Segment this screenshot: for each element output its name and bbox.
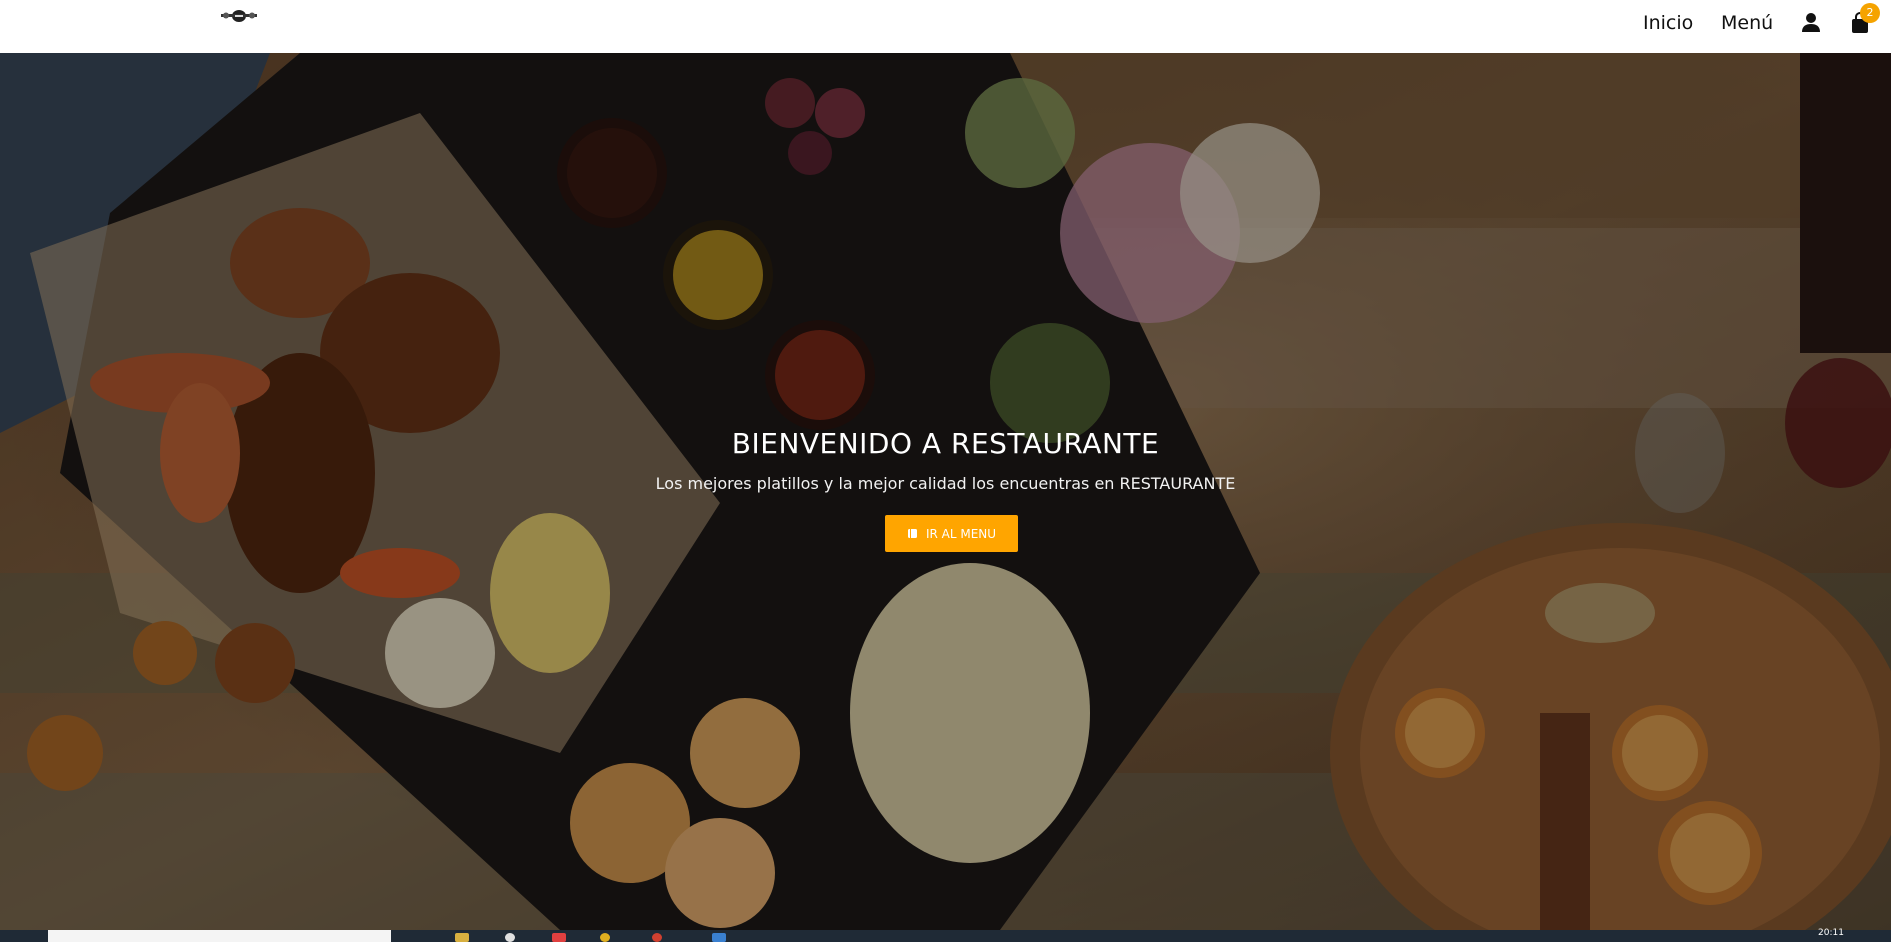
- browser-icon[interactable]: [505, 933, 515, 942]
- logo-icon[interactable]: [218, 7, 260, 25]
- os-taskbar: 20:11: [0, 928, 1891, 942]
- go-to-menu-button[interactable]: IR AL MENU: [885, 515, 1018, 552]
- hero-title: BIENVENIDO A RESTAURANTE: [731, 427, 1160, 460]
- app-icon-chrome[interactable]: [652, 933, 662, 942]
- user-icon[interactable]: [1799, 11, 1823, 35]
- go-to-menu-label: IR AL MENU: [925, 526, 997, 541]
- app-icon-blue[interactable]: [712, 933, 726, 942]
- page: Inicio Menú 2 BIENVENIDO A RESTAURANTE L…: [0, 0, 1891, 942]
- app-icon-yellow[interactable]: [600, 933, 610, 942]
- hero-section: BIENVENIDO A RESTAURANTE Los mejores pla…: [0, 53, 1891, 930]
- nav-link-inicio[interactable]: Inicio: [1643, 12, 1693, 34]
- taskbar-preview-window[interactable]: [48, 930, 391, 942]
- top-navbar: Inicio Menú 2: [0, 0, 1891, 53]
- app-icon-red[interactable]: [552, 933, 566, 942]
- nav-link-menu[interactable]: Menú: [1721, 12, 1773, 34]
- hero-subtitle: Los mejores platillos y la mejor calidad…: [655, 474, 1236, 493]
- taskbar-clock[interactable]: 20:11: [1818, 928, 1844, 938]
- cart-count-badge: 2: [1860, 3, 1880, 23]
- book-icon: [907, 528, 918, 539]
- folder-icon[interactable]: [455, 933, 469, 942]
